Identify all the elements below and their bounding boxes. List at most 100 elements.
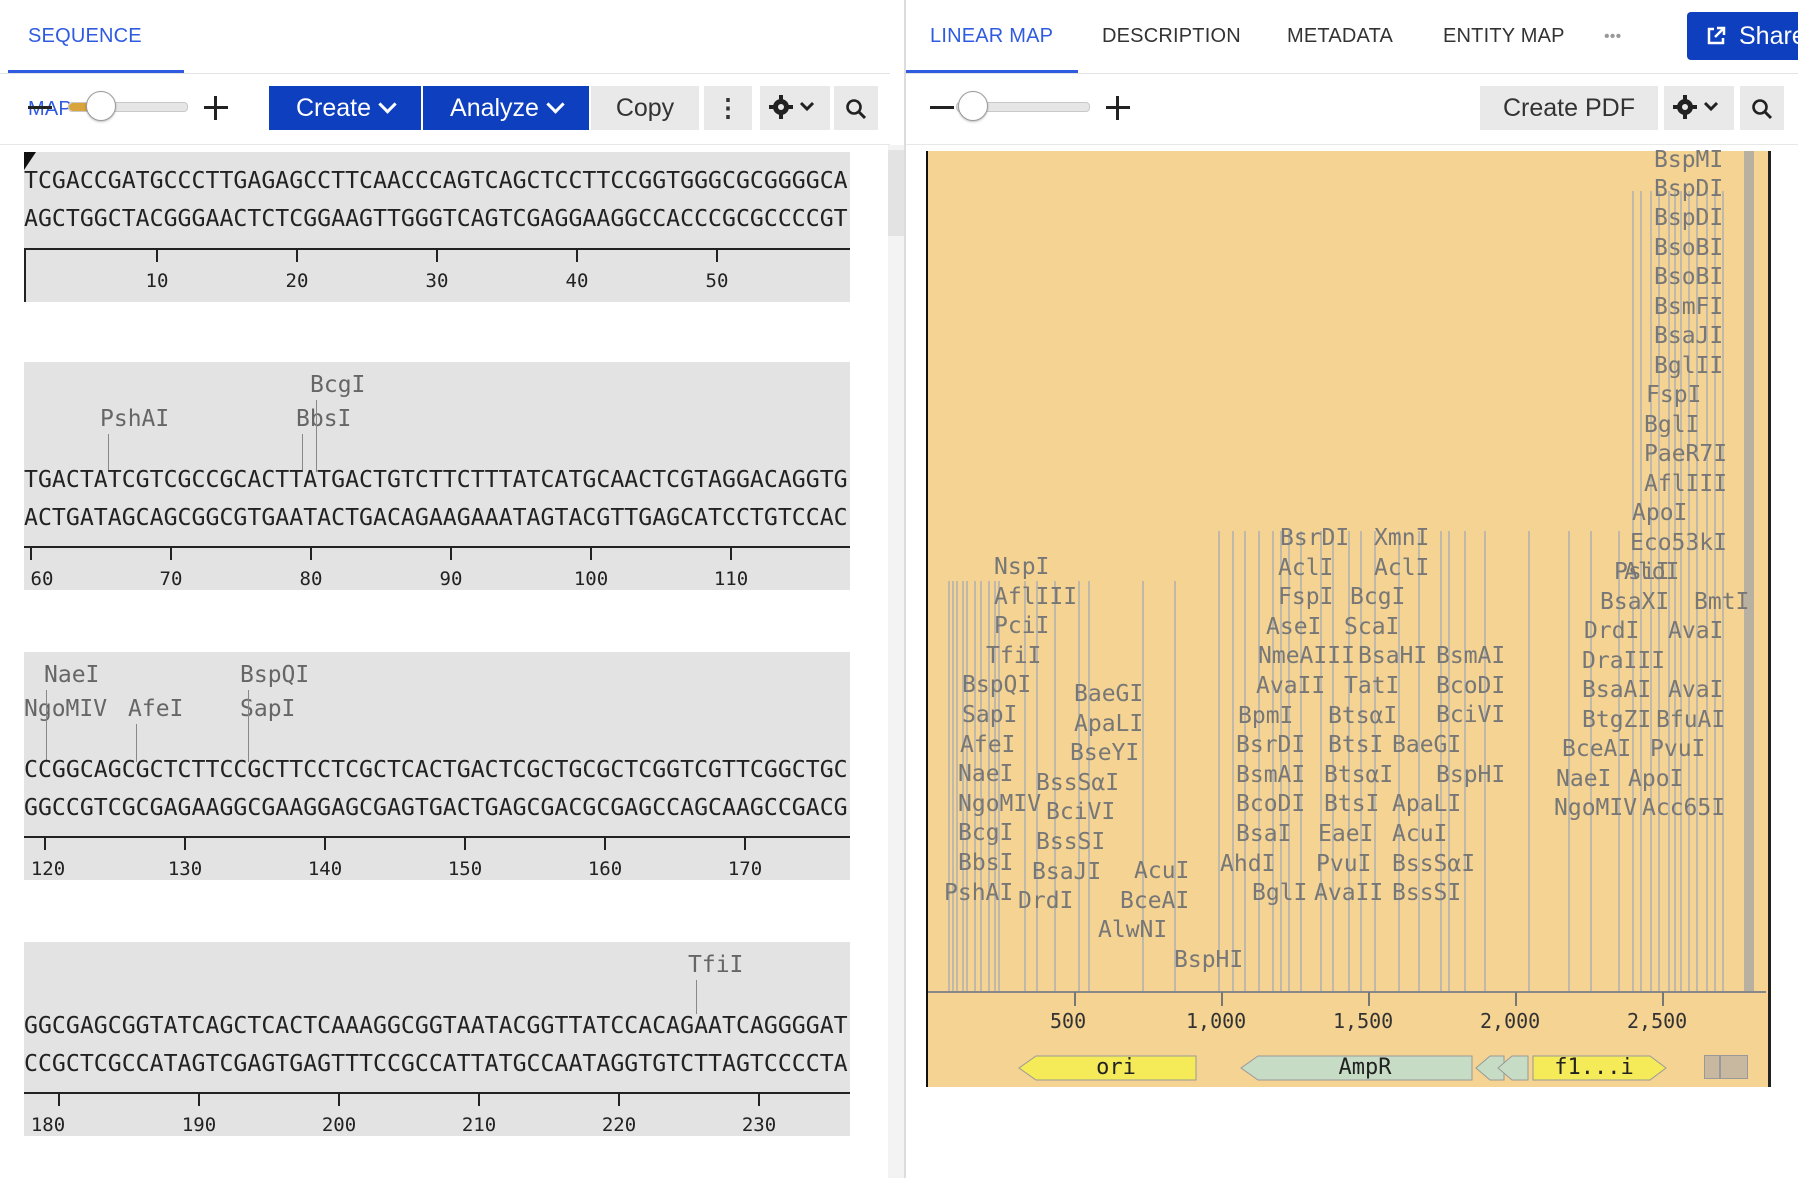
- map-enzyme-label[interactable]: BaeGI: [1074, 681, 1143, 707]
- enzyme-label[interactable]: AfeI: [128, 696, 183, 722]
- map-enzyme-label[interactable]: SapI: [962, 702, 1017, 728]
- map-enzyme-label[interactable]: AvaII: [1256, 673, 1325, 699]
- map-enzyme-label[interactable]: DrdI: [1584, 618, 1639, 644]
- feature-small[interactable]: [1704, 1055, 1720, 1079]
- map-enzyme-label[interactable]: AfeI: [960, 732, 1015, 758]
- map-enzyme-label[interactable]: Acc65I: [1642, 795, 1725, 821]
- map-enzyme-label[interactable]: AclI: [1278, 555, 1333, 581]
- map-enzyme-label[interactable]: BglII: [1654, 353, 1723, 379]
- map-enzyme-label[interactable]: BssSI: [1036, 829, 1105, 855]
- map-enzyme-label[interactable]: BsaXI: [1600, 589, 1669, 615]
- map-enzyme-label[interactable]: Eco53kI: [1630, 530, 1727, 556]
- map-enzyme-label[interactable]: TfiI: [986, 643, 1041, 669]
- map-enzyme-label[interactable]: ApaLI: [1074, 711, 1143, 737]
- map-enzyme-label[interactable]: BaeGI: [1392, 732, 1461, 758]
- zoom-out-icon[interactable]: [930, 106, 954, 109]
- map-enzyme-label[interactable]: AcuI: [1134, 858, 1189, 884]
- map-settings-button[interactable]: [1664, 86, 1734, 130]
- analyze-button[interactable]: Analyze: [423, 86, 589, 130]
- map-enzyme-label[interactable]: AclI: [1374, 555, 1429, 581]
- map-enzyme-label[interactable]: BglI: [1252, 880, 1307, 906]
- tab-entity-map[interactable]: ENTITY MAP: [1443, 0, 1565, 73]
- map-enzyme-label[interactable]: NgoMIV: [958, 791, 1041, 817]
- map-enzyme-label[interactable]: BssSI: [1392, 880, 1461, 906]
- map-enzyme-label[interactable]: NspI: [994, 554, 1049, 580]
- share-button[interactable]: Share: [1687, 12, 1798, 60]
- create-button[interactable]: Create: [269, 86, 421, 130]
- map-enzyme-label[interactable]: BsrDI: [1280, 525, 1349, 551]
- map-enzyme-label[interactable]: PvuI: [1316, 851, 1371, 877]
- map-enzyme-label[interactable]: BtsI: [1328, 732, 1383, 758]
- map-enzyme-label[interactable]: BsmFI: [1654, 294, 1723, 320]
- map-enzyme-label[interactable]: BsaHI: [1358, 643, 1427, 669]
- tab-description[interactable]: DESCRIPTION: [1102, 0, 1241, 73]
- map-enzyme-label[interactable]: ApoI: [1628, 766, 1683, 792]
- copy-button[interactable]: Copy: [591, 86, 699, 130]
- map-enzyme-label[interactable]: AflIII: [994, 584, 1077, 610]
- map-enzyme-label[interactable]: BsrDI: [1236, 732, 1305, 758]
- sequence-bottom-strand[interactable]: CCGCTCGCCATAGTCGAGTGAGTTTCCGCCATTATGCCAA…: [24, 1050, 848, 1077]
- map-enzyme-label[interactable]: ScaI: [1344, 614, 1399, 640]
- map-enzyme-label[interactable]: ApaLI: [1392, 791, 1461, 817]
- map-enzyme-label[interactable]: AvaII: [1314, 880, 1383, 906]
- map-zoom-slider-thumb[interactable]: [958, 91, 988, 121]
- sequence-top-strand[interactable]: TCGACCGATGCCCTTGAGAGCCTTCAACCCAGTCAGCTCC…: [24, 167, 848, 194]
- linear-map-canvas[interactable]: BspMI BspDI BspDI BsoBI BsoBI BsmFI BsaJI BglII…: [926, 147, 1771, 1087]
- map-enzyme-label[interactable]: NmeAIII: [1258, 643, 1355, 669]
- map-enzyme-label[interactable]: BglI: [1644, 412, 1699, 438]
- map-enzyme-label[interactable]: AloI: [1624, 559, 1679, 585]
- map-enzyme-label[interactable]: XmnI: [1374, 525, 1429, 551]
- map-enzyme-label[interactable]: BceAI: [1120, 888, 1189, 914]
- map-enzyme-label[interactable]: TatI: [1344, 673, 1399, 699]
- map-enzyme-label[interactable]: BtgZI: [1582, 707, 1651, 733]
- map-enzyme-label[interactable]: BsoBI: [1654, 235, 1723, 261]
- create-pdf-button[interactable]: Create PDF: [1480, 86, 1658, 130]
- feature-small[interactable]: [1720, 1055, 1748, 1079]
- map-enzyme-label[interactable]: ApoI: [1632, 500, 1687, 526]
- panel-divider[interactable]: [904, 0, 906, 1178]
- map-enzyme-label[interactable]: AflIII: [1644, 471, 1727, 497]
- map-enzyme-label[interactable]: BspQI: [962, 672, 1031, 698]
- tab-sequence-map[interactable]: SEQUENCE MAP: [8, 0, 184, 120]
- enzyme-label[interactable]: NaeI: [44, 662, 99, 688]
- enzyme-label[interactable]: BspQI: [240, 662, 309, 688]
- map-enzyme-label[interactable]: AcuI: [1392, 821, 1447, 847]
- map-enzyme-label[interactable]: AlwNI: [1098, 917, 1167, 943]
- sequence-bottom-strand[interactable]: GGCCGTCGCGAGAAGGCGAAGGAGCGAGTGACTGAGCGAC…: [24, 794, 848, 821]
- left-scrollbar[interactable]: [888, 145, 904, 1178]
- enzyme-label[interactable]: PshAI: [100, 406, 169, 432]
- map-search-button[interactable]: [1740, 86, 1784, 130]
- sequence-top-strand[interactable]: TGACTATCGTCGCCGCACTTATGACTGTCTTCTTTATCAT…: [24, 466, 848, 493]
- zoom-out-icon[interactable]: [28, 106, 52, 109]
- map-enzyme-label[interactable]: BfuAI: [1656, 707, 1725, 733]
- map-enzyme-label[interactable]: DraIII: [1582, 648, 1665, 674]
- map-enzyme-label[interactable]: PaeR7I: [1644, 441, 1727, 467]
- map-enzyme-label[interactable]: PvuI: [1650, 736, 1705, 762]
- search-button[interactable]: [834, 86, 878, 130]
- map-enzyme-label[interactable]: BpmI: [1238, 703, 1293, 729]
- map-enzyme-label[interactable]: NaeI: [1556, 766, 1611, 792]
- map-enzyme-label[interactable]: AseI: [1266, 614, 1321, 640]
- map-enzyme-label[interactable]: BsaJI: [1032, 859, 1101, 885]
- map-enzyme-label[interactable]: FspI: [1646, 382, 1701, 408]
- map-enzyme-label[interactable]: BspMI: [1654, 147, 1723, 173]
- map-enzyme-label[interactable]: BspDI: [1654, 205, 1723, 231]
- sequence-bottom-strand[interactable]: ACTGATAGCAGCGGCGTGAATACTGACAGAAGAAATAGTA…: [24, 504, 848, 531]
- enzyme-label[interactable]: TfiI: [688, 952, 743, 978]
- map-enzyme-label[interactable]: BceAI: [1562, 736, 1631, 762]
- map-enzyme-label[interactable]: AhdI: [1220, 851, 1275, 877]
- tab-linear-map[interactable]: LINEAR MAP: [906, 0, 1078, 73]
- map-enzyme-label[interactable]: BsaJI: [1654, 323, 1723, 349]
- enzyme-label[interactable]: NgoMIV: [24, 696, 107, 722]
- map-enzyme-label[interactable]: BseYI: [1070, 740, 1139, 766]
- map-enzyme-label[interactable]: BsaI: [1236, 821, 1291, 847]
- sequence-bottom-strand[interactable]: AGCTGGCTACGGGAACTCTCGGAAGTTGGGTCAGTCGAGG…: [24, 205, 848, 232]
- map-enzyme-label[interactable]: EaeI: [1318, 821, 1373, 847]
- map-enzyme-label[interactable]: BssSαI: [1036, 770, 1119, 796]
- map-enzyme-label[interactable]: PciI: [994, 613, 1049, 639]
- map-enzyme-label[interactable]: BcgI: [1350, 584, 1405, 610]
- map-enzyme-label[interactable]: AvaI: [1668, 677, 1723, 703]
- map-enzyme-label[interactable]: BtsI: [1324, 791, 1379, 817]
- map-enzyme-label[interactable]: BspHI: [1436, 762, 1505, 788]
- enzyme-label[interactable]: BcgI: [310, 372, 365, 398]
